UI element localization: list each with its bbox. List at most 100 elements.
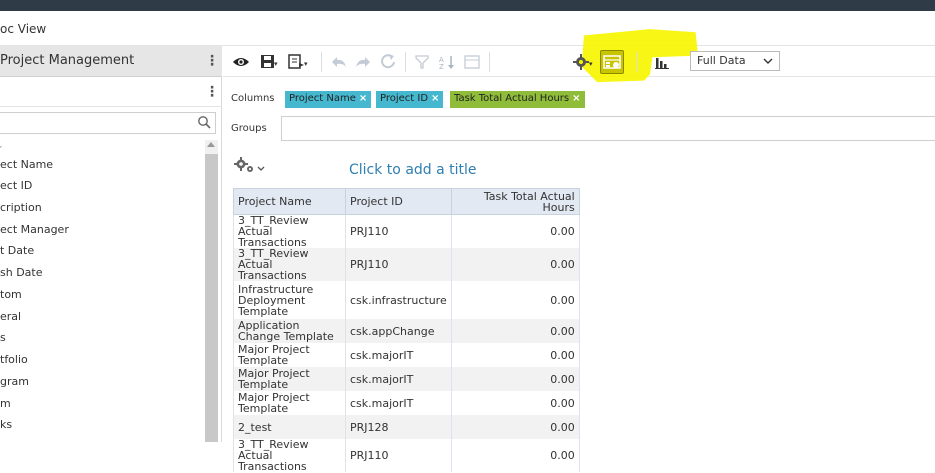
table-cell: PRJ128 [345, 415, 452, 439]
app-top-bar [0, 0, 935, 11]
field-item[interactable]: ks [0, 418, 12, 431]
field-item[interactable]: cription [0, 201, 42, 214]
table-cell: csk.infrastructure [345, 281, 452, 319]
field-group-caret[interactable]: ⌄ [0, 141, 4, 151]
field-item[interactable]: s [0, 331, 6, 344]
report-toggle-button[interactable] [600, 50, 624, 74]
filter-icon[interactable] [413, 53, 431, 71]
table-row: Major Project Template csk.majorIT 0.00 [233, 343, 580, 367]
table-row: Major Project Template csk.majorIT 0.00 [233, 391, 580, 415]
export-icon[interactable] [287, 53, 305, 71]
table-cell: 0.00 [450, 248, 580, 281]
table-cell: Application Change Template [233, 319, 346, 343]
export-dropdown-icon[interactable]: ▾ [304, 60, 308, 68]
toolbar-divider [321, 52, 322, 72]
refresh-icon[interactable] [379, 53, 397, 71]
field-sidebar: Project Management ⋮ ⋮ ⌄ ect Name ect ID… [0, 46, 222, 442]
save-dropdown-icon[interactable]: ▾ [274, 60, 278, 68]
table-cell: 3_TT_Review Actual Transactions [233, 248, 346, 281]
table-row: 2_test PRJ128 0.00 [233, 415, 580, 439]
column-header[interactable]: Project ID [345, 188, 452, 215]
field-item[interactable]: eral [0, 310, 21, 323]
report-settings-icon[interactable] [233, 156, 267, 176]
undo-icon[interactable] [330, 53, 348, 71]
column-pill[interactable]: Project ID × [376, 91, 444, 108]
table-cell: Major Project Template [233, 391, 346, 415]
table-cell: PRJ110 [345, 214, 452, 248]
field-item[interactable]: ect Name [0, 158, 53, 171]
field-item[interactable]: ect ID [0, 179, 32, 192]
field-item[interactable]: ect Manager [0, 223, 69, 236]
column-pill-label: Project Name [289, 93, 356, 104]
groups-label: Groups [231, 123, 267, 134]
table-cell: 2_test [233, 415, 346, 439]
view-select-value: Full Data [697, 54, 746, 67]
column-pill-label: Project ID [380, 93, 429, 104]
sort-icon[interactable]: A Z [438, 53, 456, 71]
remove-icon[interactable]: × [431, 93, 439, 104]
scrollbar-thumb[interactable] [205, 154, 218, 442]
report-title[interactable]: Click to add a title [349, 162, 477, 178]
table-row: 3_TT_Review Actual Transactions PRJ110 0… [233, 214, 580, 248]
groups-row: Groups [223, 116, 935, 142]
gear-dropdown-icon[interactable]: ▾ [589, 60, 593, 68]
columns-row: Columns Project Name × Project ID × Task T… [223, 86, 935, 112]
scroll-up-icon[interactable] [207, 142, 215, 147]
table-header-row: Project Name Project ID Task Total Actua… [233, 188, 580, 215]
table-cell: 0.00 [450, 391, 580, 415]
sidebar-title: Project Management [0, 53, 135, 68]
table-cell: Infrastructure Deployment Template [233, 281, 346, 319]
table-cell: 0.00 [450, 281, 580, 319]
groups-drop-zone[interactable] [281, 116, 935, 141]
table-cell: csk.majorIT [345, 367, 452, 391]
column-pill[interactable]: Task Total Actual Hours × [450, 91, 585, 108]
table-cell: Major Project Template [233, 367, 346, 391]
search-icon[interactable] [197, 115, 211, 129]
table-cell: csk.appChange [345, 319, 452, 343]
table-row: Major Project Template csk.majorIT 0.00 [233, 367, 580, 391]
table-cell: 3_TT_Review Actual Transactions [233, 439, 346, 472]
table-cell: 0.00 [450, 367, 580, 391]
field-item[interactable]: gram [0, 375, 29, 388]
redo-icon[interactable] [354, 53, 372, 71]
table-cell: 0.00 [450, 439, 580, 472]
remove-icon[interactable]: × [359, 93, 367, 104]
page-title: oc View [0, 22, 47, 36]
sidebar-subheader: ⋮ [0, 77, 222, 107]
sidebar-menu-icon[interactable]: ⋮ [205, 53, 219, 69]
field-item[interactable]: tom [0, 288, 22, 301]
table-cell: PRJ110 [345, 439, 452, 472]
chart-icon[interactable] [653, 53, 671, 71]
report-toolbar: ▾ ▾ A Z ▾ Full Data [223, 29, 935, 83]
sidebar-scrollbar[interactable] [205, 140, 218, 442]
field-item[interactable]: sh Date [0, 266, 43, 279]
toolbar-divider [637, 52, 638, 72]
field-search-input[interactable] [0, 112, 216, 134]
view-select[interactable]: Full Data [690, 51, 780, 71]
table-cell: PRJ110 [345, 248, 452, 281]
sidebar-options-icon[interactable]: ⋮ [205, 84, 219, 100]
column-header[interactable]: Project Name [233, 188, 346, 215]
page-header: oc View [0, 11, 935, 46]
eye-icon[interactable] [232, 53, 250, 71]
field-item[interactable]: t Date [0, 244, 34, 257]
column-header[interactable]: Task Total Actual Hours [450, 188, 580, 215]
table-cell: csk.majorIT [345, 391, 452, 415]
column-pill[interactable]: Project Name × [285, 91, 372, 108]
report-table: Project Name Project ID Task Total Actua… [233, 188, 580, 472]
gear-icon[interactable] [572, 53, 590, 71]
field-item[interactable]: tfolio [0, 353, 28, 366]
calculator-icon[interactable] [463, 53, 481, 71]
sidebar-header: Project Management ⋮ [0, 46, 222, 77]
remove-icon[interactable]: × [572, 93, 580, 104]
table-cell: 0.00 [450, 415, 580, 439]
svg-text:Z: Z [439, 63, 444, 71]
table-cell: 3_TT_Review Actual Transactions [233, 214, 346, 248]
table-row: Application Change Template csk.appChang… [233, 319, 580, 343]
table-row: 3_TT_Review Actual Transactions PRJ110 0… [233, 439, 580, 472]
toolbar-divider [405, 52, 406, 72]
table-row: 3_TT_Review Actual Transactions PRJ110 0… [233, 248, 580, 281]
chevron-down-icon [763, 58, 773, 64]
table-cell: 0.00 [450, 319, 580, 343]
field-item[interactable]: m [0, 397, 11, 410]
